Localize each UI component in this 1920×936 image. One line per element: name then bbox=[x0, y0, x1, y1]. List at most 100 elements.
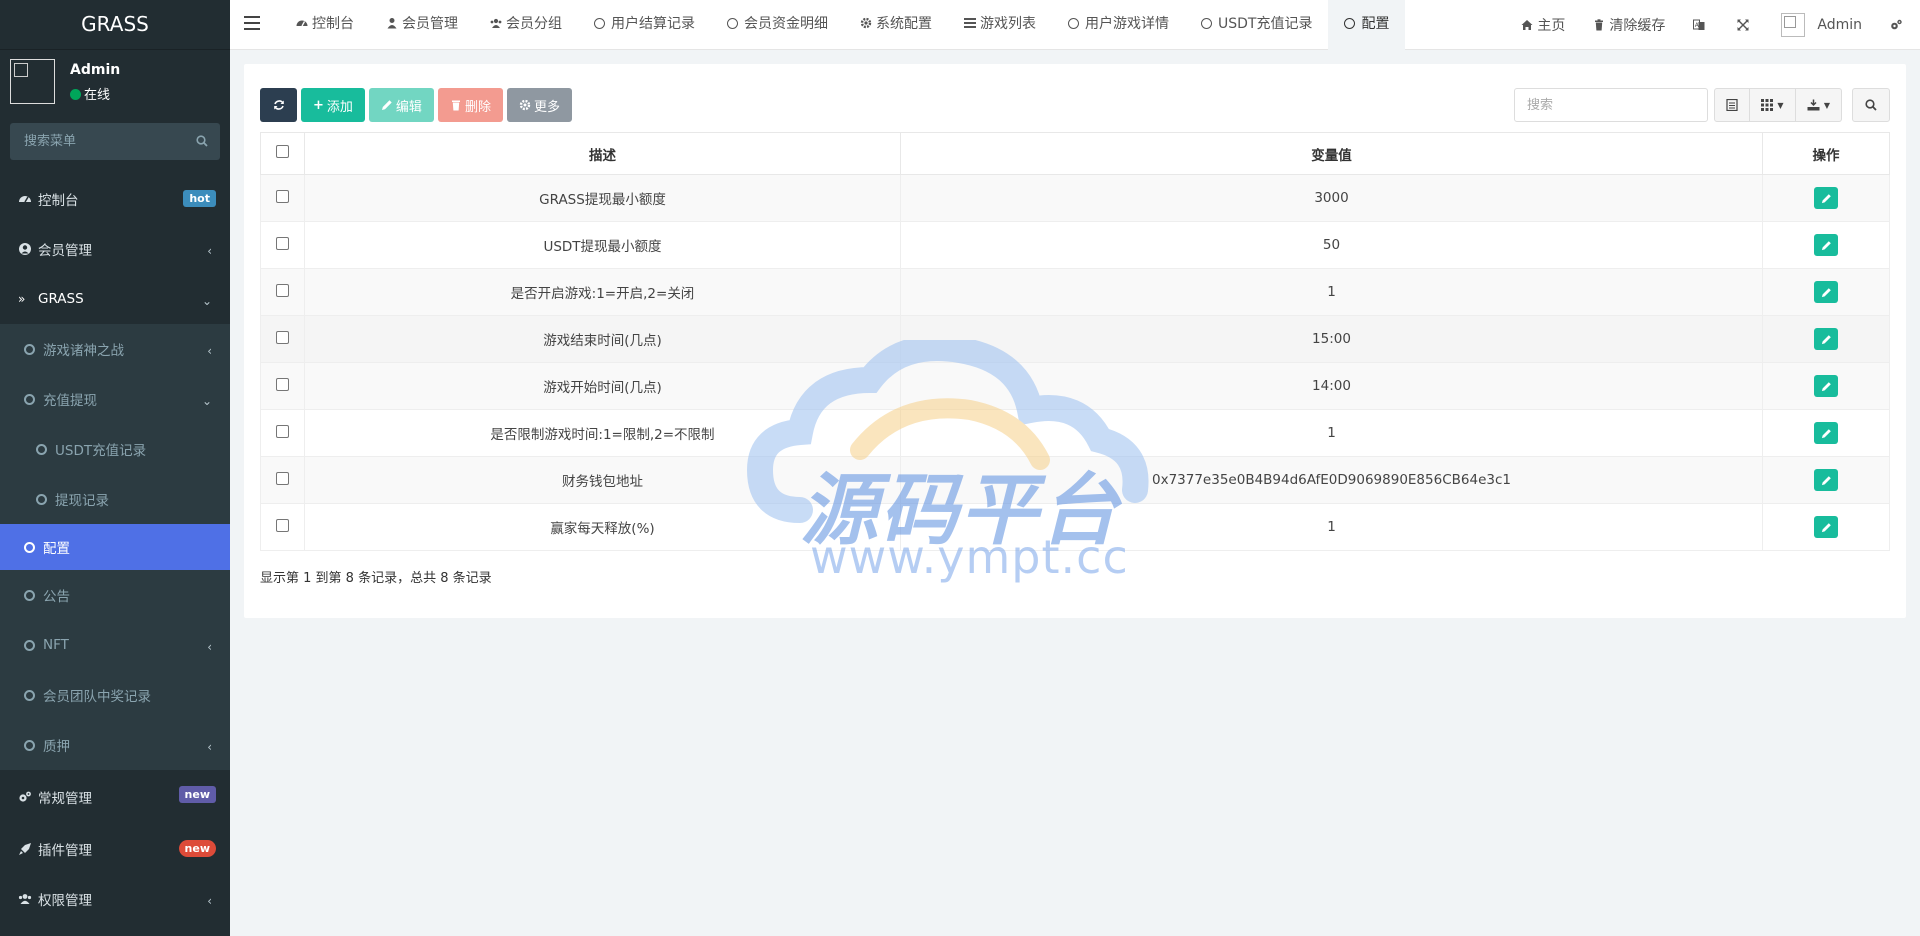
admin-menu[interactable]: Admin bbox=[1767, 13, 1876, 37]
circle-icon bbox=[24, 639, 35, 651]
tab-fund-detail[interactable]: 会员资金明细 bbox=[711, 0, 844, 50]
circle-icon bbox=[24, 541, 35, 553]
export-icon bbox=[1807, 99, 1820, 111]
row-edit-button[interactable] bbox=[1814, 375, 1838, 397]
sidebar-item-recharge[interactable]: 充值提现 ⌄ bbox=[0, 374, 230, 424]
translate-icon: A bbox=[1693, 19, 1705, 30]
row-checkbox[interactable] bbox=[276, 236, 289, 250]
card-view-icon bbox=[1726, 99, 1738, 111]
chevron-left-icon: ‹ bbox=[207, 740, 212, 754]
user-panel: Admin 在线 bbox=[0, 50, 230, 114]
cell-value: 1 bbox=[900, 409, 1763, 457]
grass-submenu: 游戏诸神之战 ‹ 充值提现 ⌄ USDT充值记录 提现记录 配置 公告 NFT … bbox=[0, 324, 230, 770]
sidebar-item-usdt-recharge[interactable]: USDT充值记录 bbox=[0, 424, 230, 474]
circle-icon bbox=[24, 393, 35, 405]
sidebar-search-input[interactable] bbox=[10, 123, 190, 160]
home-icon bbox=[1521, 20, 1533, 30]
users-icon bbox=[490, 18, 502, 28]
toggle-view-button[interactable] bbox=[1714, 88, 1750, 122]
table-row[interactable]: 财务钱包地址 0x7377e35e0B4B94d6AfE0D9069890E85… bbox=[260, 456, 1890, 504]
settings-button[interactable] bbox=[1876, 19, 1920, 31]
table-row[interactable]: GRASS提现最小额度 3000 bbox=[260, 174, 1890, 222]
table-row[interactable]: 是否限制游戏时间:1=限制,2=不限制 1 bbox=[260, 409, 1890, 457]
sidebar-item-game-war[interactable]: 游戏诸神之战 ‹ bbox=[0, 324, 230, 374]
table-row[interactable]: 游戏结束时间(几点) 15:00 bbox=[260, 315, 1890, 363]
rocket-icon bbox=[19, 843, 31, 855]
sidebar-item-general[interactable]: 常规管理 new bbox=[0, 770, 230, 824]
navbar-right: 主页 清除缓存 A Admin bbox=[1507, 0, 1920, 50]
row-checkbox[interactable] bbox=[276, 377, 289, 391]
row-checkbox[interactable] bbox=[276, 283, 289, 297]
circle-icon bbox=[24, 589, 35, 601]
sidebar-item-notice[interactable]: 公告 bbox=[0, 570, 230, 620]
export-dropdown[interactable]: ▼ bbox=[1796, 88, 1842, 122]
refresh-button[interactable] bbox=[260, 88, 297, 122]
sidebar-item-plugin[interactable]: 插件管理 new bbox=[0, 824, 230, 874]
sidebar-item-member[interactable]: 会员管理 ‹ bbox=[0, 224, 230, 274]
chevron-left-icon: ‹ bbox=[207, 344, 212, 358]
tab-bar: 控制台 会员管理 会员分组 用户结算记录 会员资金明细 系统配置 游戏列表 用户… bbox=[280, 0, 1406, 50]
columns-dropdown[interactable]: ▼ bbox=[1750, 88, 1796, 122]
sidebar-item-grass[interactable]: » GRASS ⌄ bbox=[0, 274, 230, 324]
row-edit-button[interactable] bbox=[1814, 328, 1838, 350]
sidebar-item-team-reward[interactable]: 会员团队中奖记录 bbox=[0, 670, 230, 720]
row-checkbox[interactable] bbox=[276, 189, 289, 203]
select-all-checkbox[interactable] bbox=[276, 145, 289, 158]
dashboard-icon bbox=[296, 20, 308, 27]
sidebar-item-nft[interactable]: NFT ‹ bbox=[0, 620, 230, 670]
list-icon bbox=[964, 18, 976, 28]
row-edit-button[interactable] bbox=[1814, 281, 1838, 303]
tab-usdt-recharge[interactable]: USDT充值记录 bbox=[1185, 0, 1328, 50]
table-row[interactable]: 赢家每天释放(%) 1 bbox=[260, 503, 1890, 551]
row-edit-button[interactable] bbox=[1814, 422, 1838, 444]
cell-desc: 赢家每天释放(%) bbox=[304, 503, 901, 551]
add-button[interactable]: + 添加 bbox=[301, 88, 365, 122]
header-desc[interactable]: 描述 bbox=[304, 132, 901, 175]
more-button[interactable]: 更多 bbox=[506, 88, 572, 122]
chevron-down-icon: ⌄ bbox=[201, 294, 212, 308]
fullscreen-button[interactable] bbox=[1723, 19, 1767, 31]
circle-icon bbox=[727, 18, 738, 29]
row-checkbox[interactable] bbox=[276, 424, 289, 438]
row-edit-button[interactable] bbox=[1814, 234, 1838, 256]
clear-cache-link[interactable]: 清除缓存 bbox=[1579, 15, 1679, 35]
row-checkbox[interactable] bbox=[276, 330, 289, 344]
tab-system-config[interactable]: 系统配置 bbox=[844, 0, 948, 50]
translate-button[interactable]: A bbox=[1679, 19, 1723, 31]
sidebar-item-config[interactable]: 配置 bbox=[0, 524, 230, 570]
row-edit-button[interactable] bbox=[1814, 516, 1838, 538]
sidebar-item-pledge[interactable]: 质押 ‹ bbox=[0, 720, 230, 770]
row-edit-button[interactable] bbox=[1814, 187, 1838, 209]
circle-icon bbox=[24, 739, 35, 751]
row-checkbox[interactable] bbox=[276, 471, 289, 485]
edit-button[interactable]: 编辑 bbox=[368, 88, 434, 122]
row-checkbox[interactable] bbox=[276, 518, 289, 532]
table-row[interactable]: USDT提现最小额度 50 bbox=[260, 221, 1890, 269]
tab-game-list[interactable]: 游戏列表 bbox=[948, 0, 1052, 50]
table-search-input[interactable] bbox=[1514, 88, 1708, 122]
search-icon[interactable] bbox=[196, 135, 208, 147]
brand-logo[interactable]: GRASS bbox=[0, 0, 230, 50]
advanced-search-button[interactable] bbox=[1852, 88, 1890, 122]
sidebar-item-dashboard[interactable]: 控制台 hot bbox=[0, 174, 230, 224]
tab-dashboard[interactable]: 控制台 bbox=[280, 0, 370, 50]
tab-member-group[interactable]: 会员分组 bbox=[474, 0, 578, 50]
delete-button[interactable]: 删除 bbox=[437, 88, 503, 122]
cell-value: 1 bbox=[900, 268, 1763, 316]
home-link[interactable]: 主页 bbox=[1507, 15, 1579, 35]
header-value[interactable]: 变量值 bbox=[900, 132, 1763, 175]
sidebar-item-auth[interactable]: 权限管理 ‹ bbox=[0, 874, 230, 924]
sidebar-item-withdraw[interactable]: 提现记录 bbox=[0, 474, 230, 524]
caret-down-icon: ▼ bbox=[1823, 100, 1831, 110]
double-chevron-icon: » bbox=[18, 292, 26, 306]
tab-config[interactable]: 配置 bbox=[1328, 0, 1406, 50]
row-edit-button[interactable] bbox=[1814, 469, 1838, 491]
sidebar-toggle-icon[interactable] bbox=[244, 16, 260, 30]
table-row[interactable]: 是否开启游戏:1=开启,2=关闭 1 bbox=[260, 268, 1890, 316]
tab-game-detail[interactable]: 用户游戏详情 bbox=[1052, 0, 1185, 50]
tab-settlement[interactable]: 用户结算记录 bbox=[578, 0, 711, 50]
table-row[interactable]: 游戏开始时间(几点) 14:00 bbox=[260, 362, 1890, 410]
table-tools: ▼ ▼ bbox=[1514, 88, 1890, 122]
gears-icon bbox=[19, 791, 31, 802]
tab-member[interactable]: 会员管理 bbox=[370, 0, 474, 50]
